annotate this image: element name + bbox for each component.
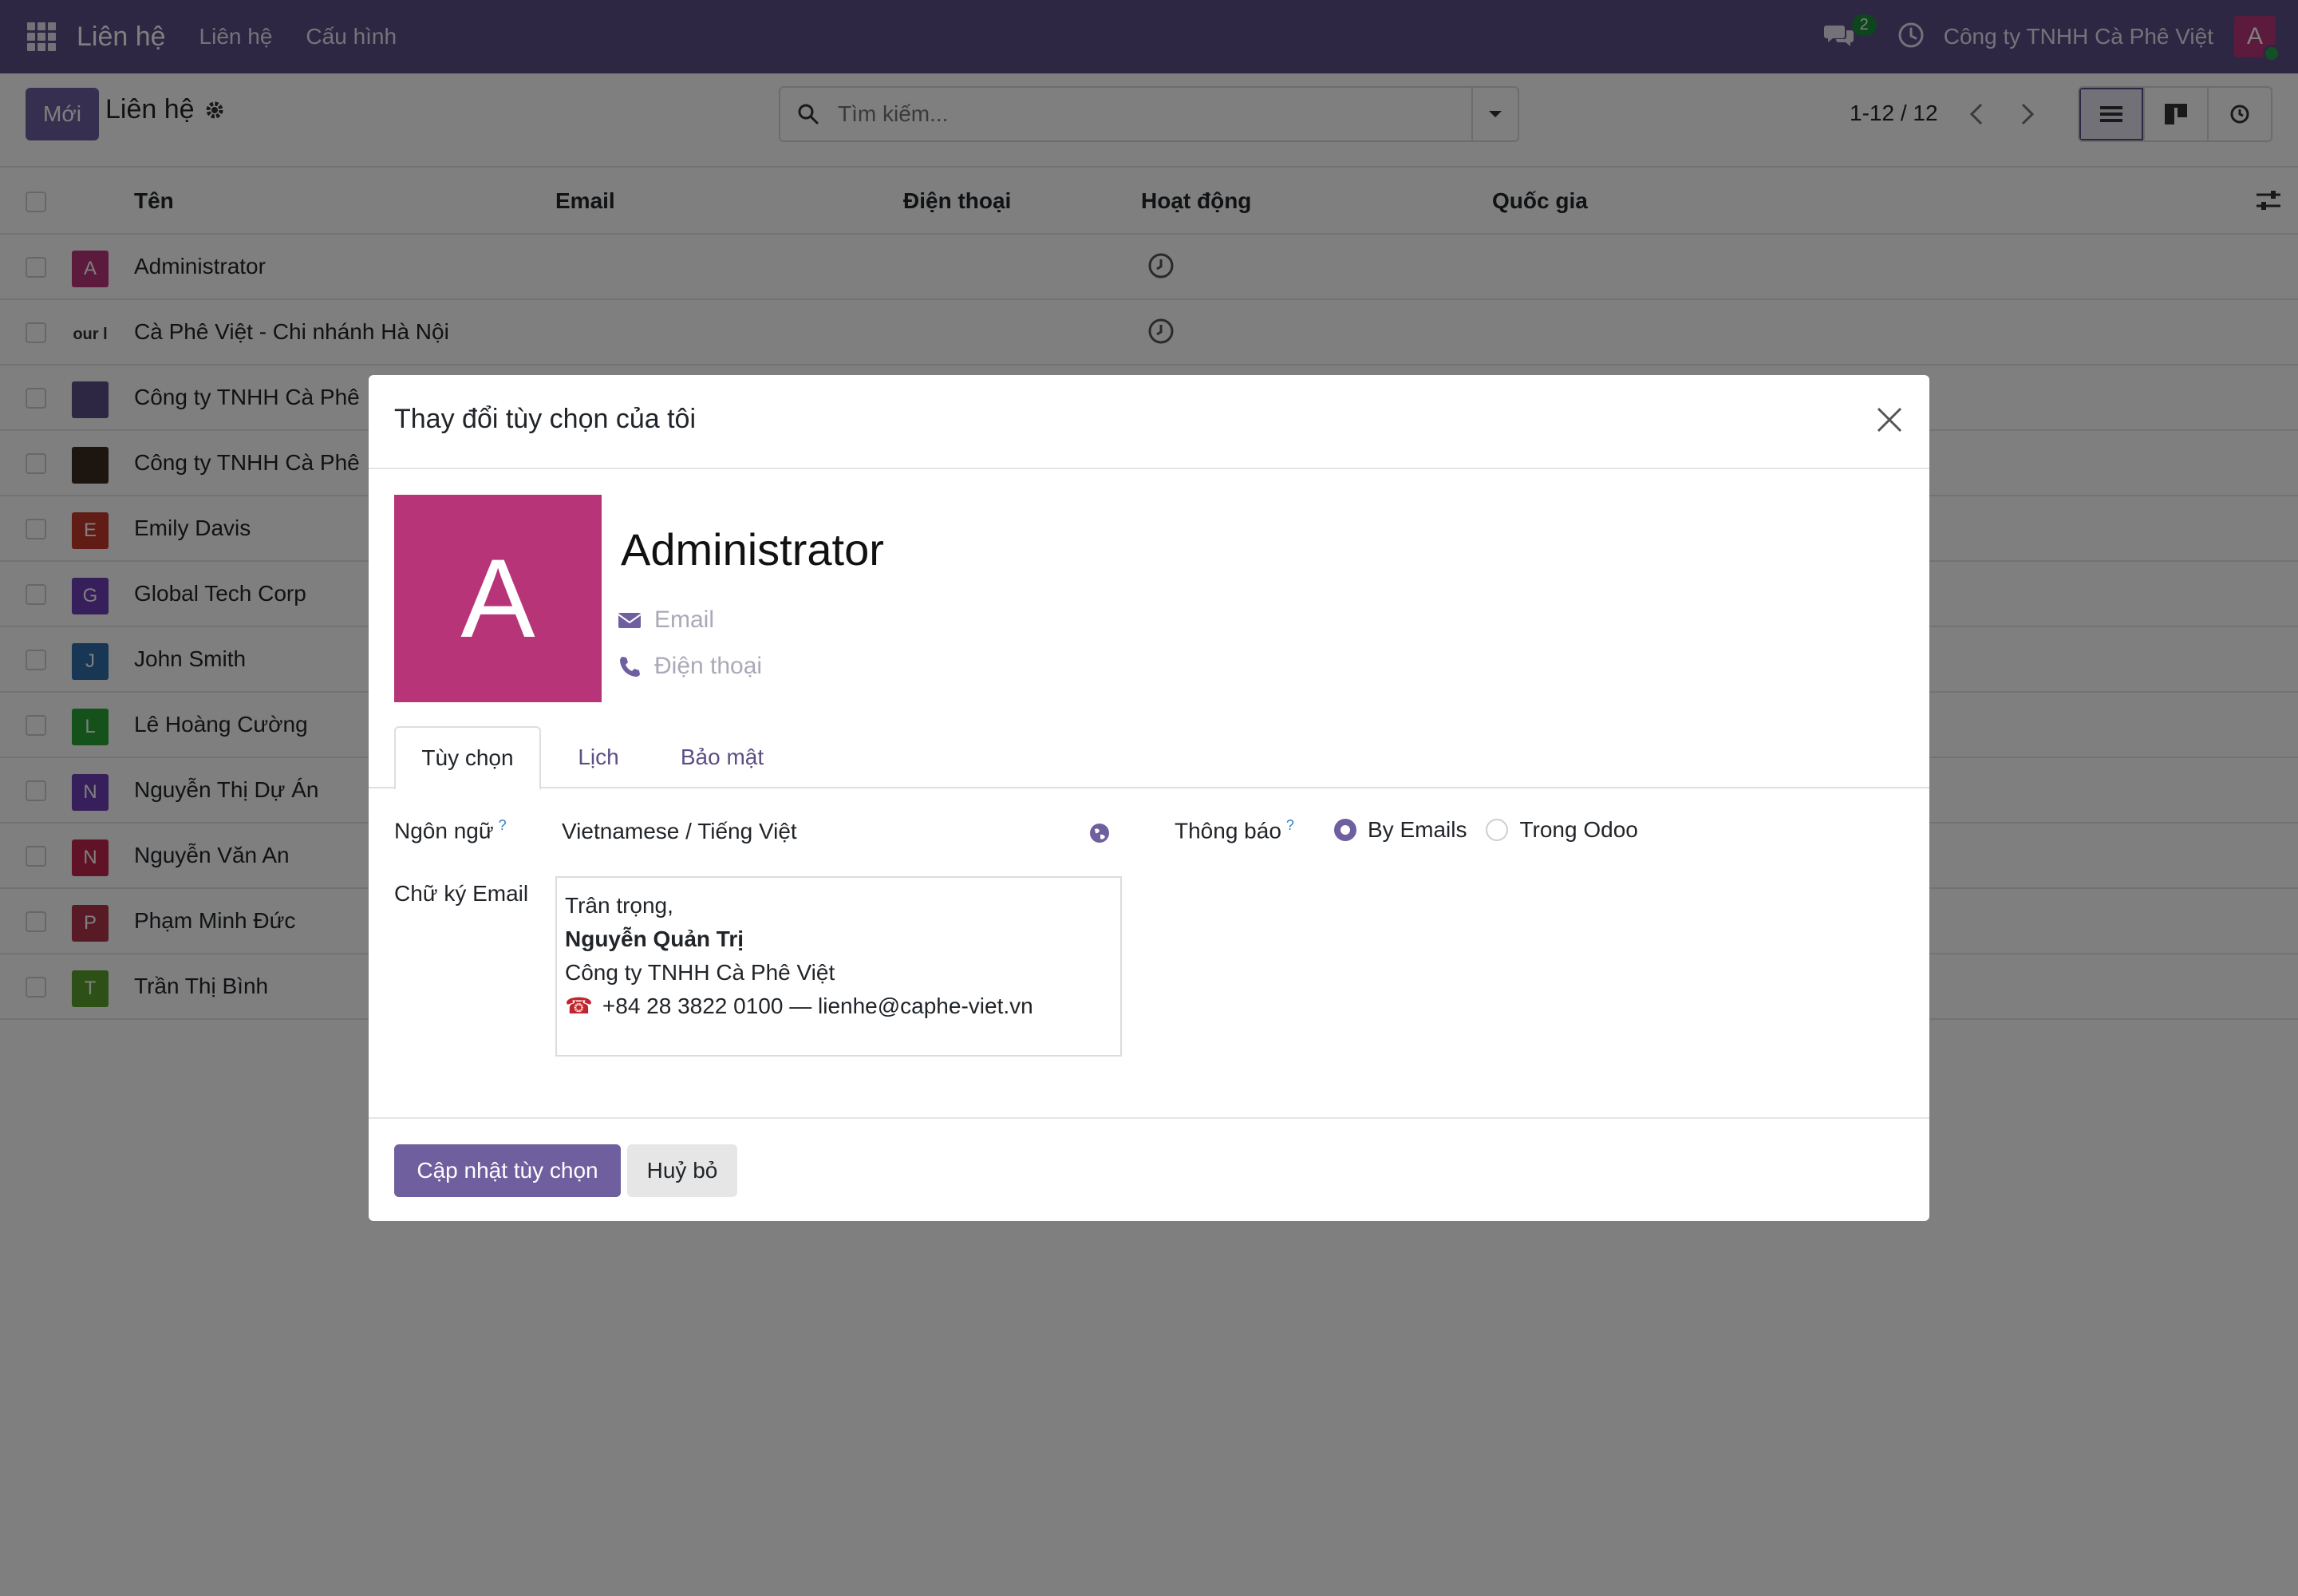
notification-label: Thông báo? bbox=[1175, 817, 1294, 843]
radio-in-odoo-label[interactable]: Trong Odoo bbox=[1519, 817, 1637, 843]
email-placeholder: Email bbox=[654, 606, 715, 633]
notification-radio-group: By Emails Trong Odoo bbox=[1334, 817, 1638, 843]
preferences-dialog: Thay đổi tùy chọn của tôi A Administrato… bbox=[369, 375, 1929, 1221]
tab-calendar[interactable]: Lịch bbox=[552, 726, 645, 788]
email-field[interactable]: Email bbox=[618, 606, 714, 634]
language-select[interactable]: Vietnamese / Tiếng Việt bbox=[562, 819, 797, 844]
radio-by-emails[interactable] bbox=[1334, 819, 1356, 841]
phone-icon bbox=[620, 657, 640, 677]
phone-field[interactable]: Điện thoại bbox=[618, 653, 762, 680]
signature-line-2: Nguyễn Quản Trị bbox=[565, 926, 744, 951]
preferences-tabs: Tùy chọn Lịch Bảo mật bbox=[369, 726, 1929, 790]
dialog-header: Thay đổi tùy chọn của tôi bbox=[369, 375, 1929, 469]
cancel-button[interactable]: Huỷ bỏ bbox=[627, 1144, 737, 1197]
tab-security[interactable]: Bảo mật bbox=[656, 726, 788, 788]
phone-placeholder: Điện thoại bbox=[654, 653, 763, 679]
profile-avatar-initial: A bbox=[460, 535, 535, 661]
profile-avatar[interactable]: A bbox=[394, 495, 602, 702]
email-signature-editor[interactable]: Trân trọng, Nguyễn Quản Trị Công ty TNHH… bbox=[555, 876, 1122, 1057]
update-preferences-button[interactable]: Cập nhật tùy chọn bbox=[394, 1144, 621, 1197]
radio-by-emails-label[interactable]: By Emails bbox=[1368, 817, 1467, 843]
radio-in-odoo[interactable] bbox=[1486, 819, 1509, 841]
profile-name[interactable]: Administrator bbox=[621, 523, 884, 575]
signature-line-3: Công ty TNHH Cà Phê Việt bbox=[565, 960, 835, 985]
signature-line-1: Trân trọng, bbox=[565, 893, 673, 918]
globe-icon[interactable] bbox=[1088, 822, 1111, 844]
envelope-icon bbox=[618, 613, 642, 628]
language-label-text: Ngôn ngữ bbox=[394, 818, 494, 843]
signature-line-4: +84 28 3822 0100 — lienhe@caphe-viet.vn bbox=[602, 994, 1033, 1018]
language-label: Ngôn ngữ? bbox=[394, 817, 507, 843]
close-icon[interactable] bbox=[1874, 404, 1905, 436]
notification-help-icon[interactable]: ? bbox=[1286, 817, 1294, 833]
dialog-footer: Cập nhật tùy chọn Huỷ bỏ bbox=[369, 1117, 1929, 1221]
notification-label-text: Thông báo bbox=[1175, 818, 1281, 843]
telephone-icon: ☎ bbox=[565, 994, 593, 1018]
language-help-icon[interactable]: ? bbox=[499, 817, 507, 833]
dialog-title: Thay đổi tùy chọn của tôi bbox=[394, 404, 697, 434]
tab-preferences[interactable]: Tùy chọn bbox=[394, 726, 541, 790]
signature-label: Chữ ký Email bbox=[394, 881, 529, 906]
